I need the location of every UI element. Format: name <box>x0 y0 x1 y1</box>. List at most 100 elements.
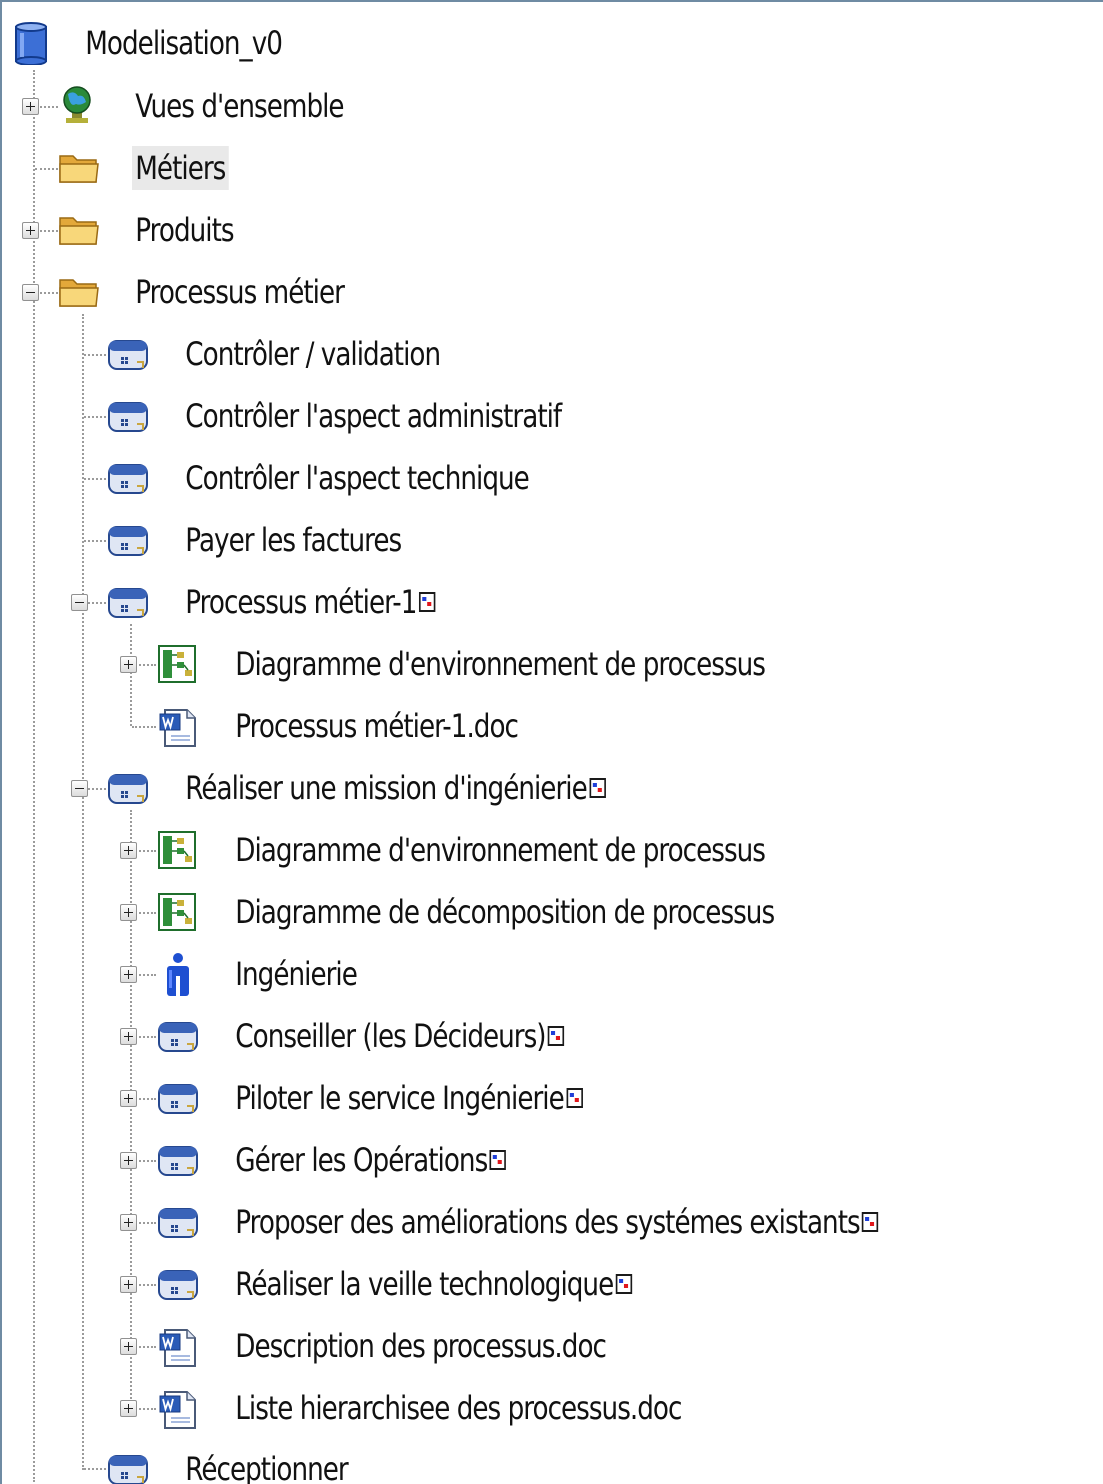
expand-toggle[interactable] <box>120 1214 137 1231</box>
collapse-toggle[interactable] <box>71 594 88 611</box>
node-label: Piloter le service Ingénierie <box>235 1079 564 1117</box>
process-icon <box>157 1076 199 1120</box>
folder-icon <box>58 208 100 252</box>
node-label: Produits <box>135 211 234 249</box>
node-label: Diagramme de décomposition de processus <box>235 893 775 931</box>
expand-toggle[interactable] <box>120 656 137 673</box>
tree-node-piloter-service-ingenierie[interactable]: Piloter le service Ingénierie <box>2 1067 1102 1129</box>
node-label: Description des processus.doc <box>235 1327 607 1365</box>
tree-node-liste-hierarchisee-doc[interactable]: Liste hierarchisee des processus.doc <box>2 1377 1102 1439</box>
tree-node-realiser-veille-technologique[interactable]: Réaliser la veille technologique <box>2 1253 1102 1315</box>
shortcut-badge-icon <box>418 592 436 612</box>
tree-root-label: Modelisation_v0 <box>85 24 283 62</box>
diagram-icon <box>157 828 199 872</box>
shortcut-badge-icon <box>589 778 606 798</box>
node-label-with-badge: Réaliser une mission d'ingénierie <box>182 766 609 810</box>
tree-node-controler-aspect-technique[interactable]: Contrôler l'aspect technique <box>2 447 1102 509</box>
expand-toggle[interactable] <box>120 1090 137 1107</box>
node-label: Payer les factures <box>185 521 402 559</box>
expand-toggle[interactable] <box>120 842 137 859</box>
process-icon <box>157 1138 199 1182</box>
expand-toggle[interactable] <box>120 1338 137 1355</box>
collapse-toggle[interactable] <box>22 284 39 301</box>
node-label-with-badge: Conseiller (les Décideurs) <box>232 1014 568 1058</box>
node-label: Liste hierarchisee des processus.doc <box>235 1389 682 1427</box>
diagram-icon <box>157 642 199 686</box>
node-label: Gérer les Opérations <box>235 1141 488 1179</box>
tree-node-processus-metier-1-doc[interactable]: Processus métier-1.doc <box>2 695 1102 757</box>
tree-node-realiser-mission-ingenierie[interactable]: Réaliser une mission d'ingénierie <box>2 757 1102 819</box>
process-icon <box>157 1200 199 1244</box>
node-label: Processus métier <box>135 273 345 311</box>
database-icon <box>12 21 54 65</box>
node-label: Diagramme d'environnement de processus <box>235 645 766 683</box>
tree-node-payer-factures[interactable]: Payer les factures <box>2 509 1102 571</box>
model-browser-tree: Modelisation_v0 Vues d'ensemble Métiers … <box>0 0 1103 1484</box>
expand-toggle[interactable] <box>120 966 137 983</box>
tree-node-conseiller-decideurs[interactable]: Conseiller (les Décideurs) <box>2 1005 1102 1067</box>
shortcut-badge-icon <box>615 1274 633 1294</box>
tree-root-node[interactable]: Modelisation_v0 <box>2 12 1102 74</box>
tree-node-receptionner[interactable]: Réceptionner <box>2 1438 1102 1484</box>
expand-toggle[interactable] <box>22 98 39 115</box>
tree-node-vues-ensemble[interactable]: Vues d'ensemble <box>2 75 1102 137</box>
process-icon <box>107 332 149 376</box>
tree-node-controler-validation[interactable]: Contrôler / validation <box>2 323 1102 385</box>
tree-node-diagramme-environnement-2[interactable]: Diagramme d'environnement de processus <box>2 819 1102 881</box>
expand-toggle[interactable] <box>120 1276 137 1293</box>
node-label-with-badge: Piloter le service Ingénierie <box>232 1076 586 1120</box>
word-doc-icon <box>157 704 199 748</box>
node-label: Contrôler l'aspect administratif <box>185 397 562 435</box>
tree-node-produits[interactable]: Produits <box>2 199 1102 261</box>
process-icon <box>107 580 149 624</box>
node-label: Ingénierie <box>235 955 358 993</box>
process-icon <box>107 518 149 562</box>
process-icon <box>107 394 149 438</box>
shortcut-badge-icon <box>566 1088 583 1108</box>
tree-node-proposer-ameliorations[interactable]: Proposer des améliorations des systémes … <box>2 1191 1102 1253</box>
word-doc-icon <box>157 1324 199 1368</box>
tree-node-processus-metier-1[interactable]: Processus métier-1 <box>2 571 1102 633</box>
tree-node-diagramme-decomposition[interactable]: Diagramme de décomposition de processus <box>2 881 1102 943</box>
node-label: Réaliser la veille technologique <box>235 1265 614 1303</box>
process-icon <box>157 1014 199 1058</box>
tree-node-processus-metier[interactable]: Processus métier <box>2 261 1102 323</box>
process-icon <box>107 1447 149 1484</box>
shortcut-badge-icon <box>489 1150 507 1170</box>
node-label: Conseiller (les Décideurs) <box>235 1017 546 1055</box>
node-label: Métiers <box>132 146 229 190</box>
tree-node-description-processus-doc[interactable]: Description des processus.doc <box>2 1315 1102 1377</box>
tree-node-gerer-operations[interactable]: Gérer les Opérations <box>2 1129 1102 1191</box>
process-icon <box>107 456 149 500</box>
node-label: Réaliser une mission d'ingénierie <box>185 769 587 807</box>
tree-node-metiers[interactable]: Métiers <box>2 137 1102 199</box>
collapse-toggle[interactable] <box>71 780 88 797</box>
folder-icon <box>58 146 100 190</box>
tree-node-controler-aspect-administratif[interactable]: Contrôler l'aspect administratif <box>2 385 1102 447</box>
word-doc-icon <box>157 1386 199 1430</box>
person-icon <box>157 952 199 996</box>
expand-toggle[interactable] <box>120 1152 137 1169</box>
expand-toggle[interactable] <box>120 1028 137 1045</box>
process-icon <box>157 1262 199 1306</box>
node-label: Processus métier-1.doc <box>235 707 519 745</box>
node-label-with-badge: Processus métier-1 <box>182 580 439 624</box>
node-label-with-badge: Gérer les Opérations <box>232 1138 509 1182</box>
node-label: Diagramme d'environnement de processus <box>235 831 766 869</box>
node-label: Contrôler l'aspect technique <box>185 459 530 497</box>
diagram-icon <box>157 890 199 934</box>
expand-toggle[interactable] <box>22 222 39 239</box>
node-label-with-badge: Proposer des améliorations des systémes … <box>232 1200 882 1244</box>
shortcut-badge-icon <box>548 1026 565 1046</box>
expand-toggle[interactable] <box>120 904 137 921</box>
expand-toggle[interactable] <box>120 1400 137 1417</box>
process-icon <box>107 766 149 810</box>
node-label: Réceptionner <box>185 1450 348 1484</box>
node-label: Contrôler / validation <box>185 335 441 373</box>
node-label: Processus métier-1 <box>185 583 417 621</box>
globe-icon <box>58 84 100 128</box>
tree-node-diagramme-environnement-1[interactable]: Diagramme d'environnement de processus <box>2 633 1102 695</box>
node-label: Proposer des améliorations des systémes … <box>235 1203 860 1241</box>
node-label-with-badge: Réaliser la veille technologique <box>232 1262 635 1306</box>
tree-node-ingenierie[interactable]: Ingénierie <box>2 943 1102 1005</box>
